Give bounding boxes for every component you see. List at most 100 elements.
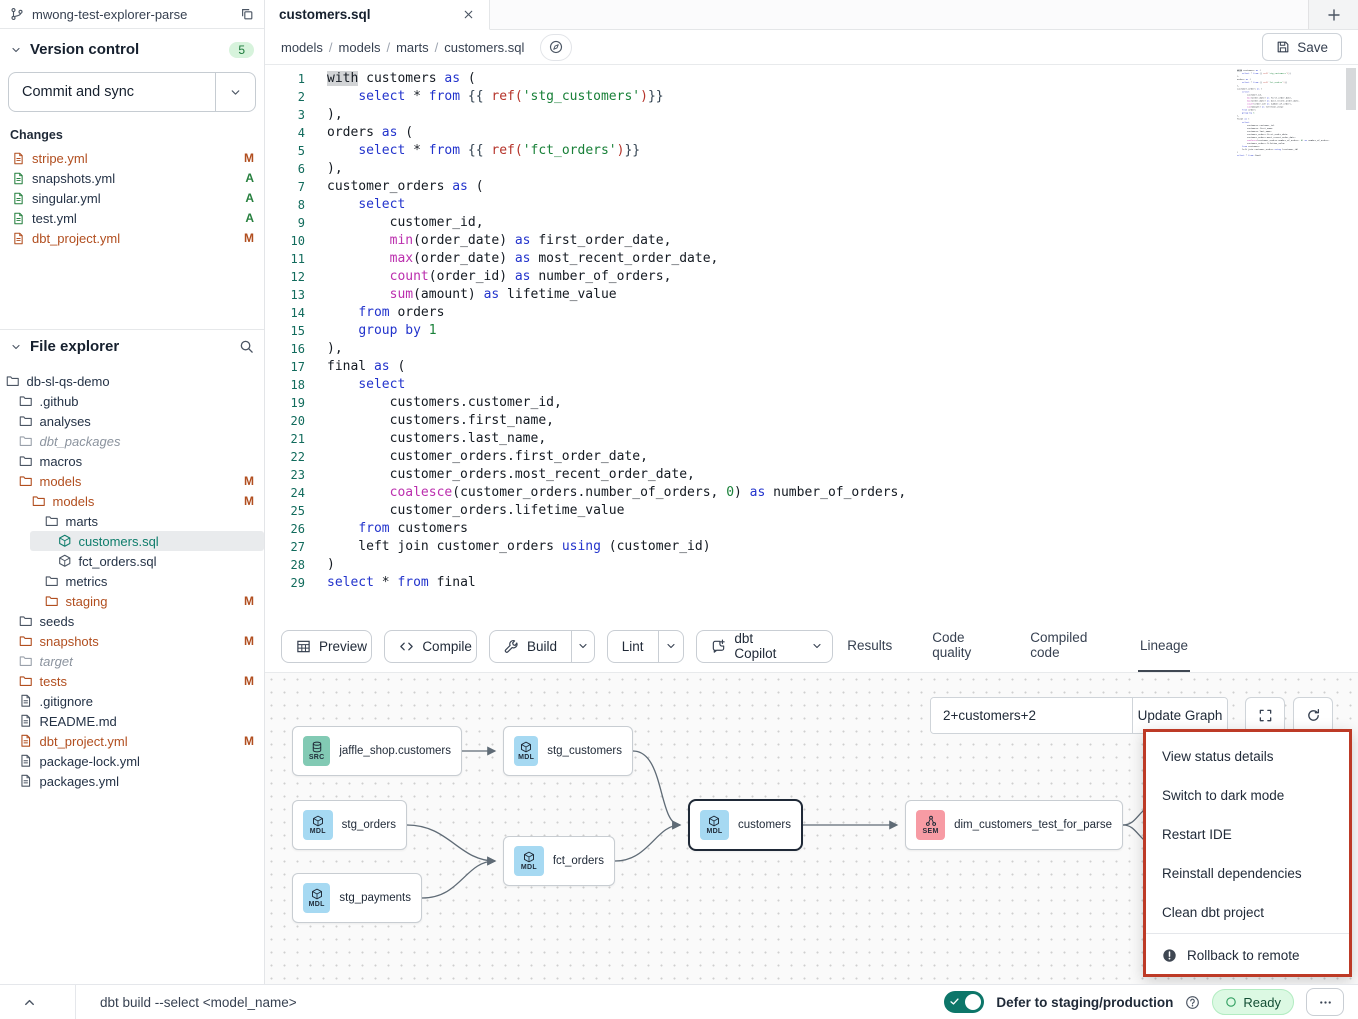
line-number: 7: [265, 178, 305, 196]
context-menu-item[interactable]: Clean dbt project: [1146, 893, 1349, 932]
code-line-text: customer_orders.first_order_date,: [327, 448, 648, 466]
file-explorer-header[interactable]: File explorer: [10, 338, 254, 355]
git-status-badge: M: [244, 674, 254, 688]
lint-split-button[interactable]: Lint: [607, 630, 685, 663]
lineage-panel[interactable]: SRC jaffle_shop.customers MDL stg_custom…: [265, 673, 1358, 984]
line-number: 15: [265, 322, 305, 340]
result-tab[interactable]: Code quality: [930, 620, 992, 672]
tree-item[interactable]: dbt_project.yml M: [0, 731, 264, 751]
result-tab[interactable]: Compiled code: [1028, 620, 1102, 672]
tree-item[interactable]: marts: [0, 511, 264, 531]
change-list-item[interactable]: snapshots.yml A: [0, 168, 264, 188]
tree-item[interactable]: db-sl-qs-demo: [0, 371, 264, 391]
commit-dropdown[interactable]: [215, 73, 255, 111]
update-graph-button[interactable]: Update Graph: [1132, 698, 1227, 733]
save-button[interactable]: Save: [1262, 33, 1342, 61]
change-list-item[interactable]: stripe.yml M: [0, 148, 264, 168]
tree-item[interactable]: staging M: [0, 591, 264, 611]
code-line-text: max(order_date) as most_recent_order_dat…: [327, 250, 718, 268]
dbt-copilot-button[interactable]: dbt Copilot: [696, 630, 833, 663]
code-line: 18 select: [265, 376, 1358, 394]
build-split-button[interactable]: Build: [489, 630, 595, 663]
git-status-badge: M: [244, 634, 254, 648]
status-badge[interactable]: Ready: [1212, 989, 1294, 1015]
tree-item[interactable]: fct_orders.sql: [0, 551, 264, 571]
close-icon[interactable]: [462, 8, 475, 21]
search-icon[interactable]: [239, 339, 254, 354]
context-menu-item-rollback[interactable]: Rollback to remote: [1146, 935, 1349, 975]
result-tab-label: Compiled code: [1030, 630, 1100, 660]
code-line-text: select: [327, 196, 405, 214]
tree-item-name: tests: [40, 674, 67, 689]
code-line-text: final as (: [327, 358, 405, 376]
tree-item[interactable]: dbt_packages: [0, 431, 264, 451]
chevron-down-icon: [811, 640, 823, 652]
tree-item[interactable]: .gitignore: [0, 691, 264, 711]
tree-item[interactable]: customers.sql: [30, 531, 264, 551]
line-number: 29: [265, 574, 305, 592]
changes-list: stripe.yml M snapshots.yml A singular.ym…: [0, 148, 264, 248]
preview-button[interactable]: Preview: [281, 630, 372, 663]
git-status-badge: A: [245, 211, 254, 225]
breadcrumb-item[interactable]: models: [281, 40, 323, 55]
copilot-dropdown[interactable]: [802, 631, 832, 662]
build-dropdown[interactable]: [571, 631, 594, 662]
lineage-node[interactable]: MDL customers: [688, 799, 803, 851]
chevron-up-icon[interactable]: [22, 995, 37, 1010]
lineage-node[interactable]: MDL stg_payments: [292, 873, 422, 923]
change-list-item[interactable]: dbt_project.yml M: [0, 228, 264, 248]
change-list-item[interactable]: singular.yml A: [0, 188, 264, 208]
tree-item[interactable]: seeds: [0, 611, 264, 631]
minimap[interactable]: with customers as ( select * from {{ ref…: [1237, 69, 1342, 244]
lint-dropdown[interactable]: [658, 631, 684, 662]
tree-item[interactable]: tests M: [0, 671, 264, 691]
lineage-node[interactable]: SEM dim_customers_test_for_parse: [905, 800, 1123, 850]
lineage-selector-input[interactable]: [931, 698, 1132, 733]
tree-item[interactable]: snapshots M: [0, 631, 264, 651]
tree-item[interactable]: packages.yml: [0, 771, 264, 791]
commit-and-sync-button[interactable]: Commit and sync: [8, 72, 256, 112]
result-tab[interactable]: Lineage: [1138, 620, 1190, 672]
defer-toggle[interactable]: [944, 991, 984, 1013]
editor-scrollbar[interactable]: [1346, 68, 1356, 110]
code-line: 9 customer_id,: [265, 214, 1358, 232]
open-in-explorer-button[interactable]: [540, 34, 572, 61]
context-menu-item[interactable]: Switch to dark mode: [1146, 776, 1349, 815]
lineage-node[interactable]: MDL stg_customers: [503, 726, 633, 776]
node-kind-icon: [311, 741, 323, 753]
breadcrumb-separator: /: [435, 40, 439, 55]
tree-item-name: customers.sql: [79, 534, 159, 549]
change-list-item[interactable]: test.yml A: [0, 208, 264, 228]
copy-branch-icon[interactable]: [240, 7, 254, 21]
breadcrumb-item[interactable]: models: [339, 40, 381, 55]
context-menu-item[interactable]: View status details: [1146, 737, 1349, 776]
lineage-node[interactable]: MDL stg_orders: [292, 800, 407, 850]
help-icon[interactable]: [1185, 995, 1200, 1010]
code-editor[interactable]: 1with customers as (2 select * from {{ r…: [265, 65, 1358, 620]
command-input[interactable]: [100, 995, 520, 1010]
tree-item[interactable]: analyses: [0, 411, 264, 431]
compile-button[interactable]: Compile: [384, 630, 477, 663]
new-tab-button[interactable]: [1308, 0, 1358, 29]
tree-item[interactable]: models M: [0, 491, 264, 511]
breadcrumb-item[interactable]: marts: [396, 40, 429, 55]
tree-item[interactable]: macros: [0, 451, 264, 471]
tree-item[interactable]: models M: [0, 471, 264, 491]
code-line: 25 customer_orders.lifetime_value: [265, 502, 1358, 520]
tree-item[interactable]: .github: [0, 391, 264, 411]
context-menu-item[interactable]: Restart IDE: [1146, 815, 1349, 854]
expand-icon: [1258, 708, 1273, 723]
tree-item[interactable]: metrics: [0, 571, 264, 591]
version-control-header[interactable]: Version control 5: [10, 41, 254, 58]
more-options-button[interactable]: [1306, 988, 1344, 1016]
tree-item[interactable]: README.md: [0, 711, 264, 731]
lineage-node[interactable]: MDL fct_orders: [503, 836, 615, 886]
breadcrumb-item[interactable]: customers.sql: [444, 40, 524, 55]
code-line: 14 from orders: [265, 304, 1358, 322]
editor-tab-customers[interactable]: customers.sql: [265, 0, 490, 30]
tree-item[interactable]: package-lock.yml: [0, 751, 264, 771]
lineage-node[interactable]: SRC jaffle_shop.customers: [292, 726, 462, 776]
tree-item[interactable]: target: [0, 651, 264, 671]
context-menu-item[interactable]: Reinstall dependencies: [1146, 854, 1349, 893]
result-tab[interactable]: Results: [845, 620, 894, 672]
